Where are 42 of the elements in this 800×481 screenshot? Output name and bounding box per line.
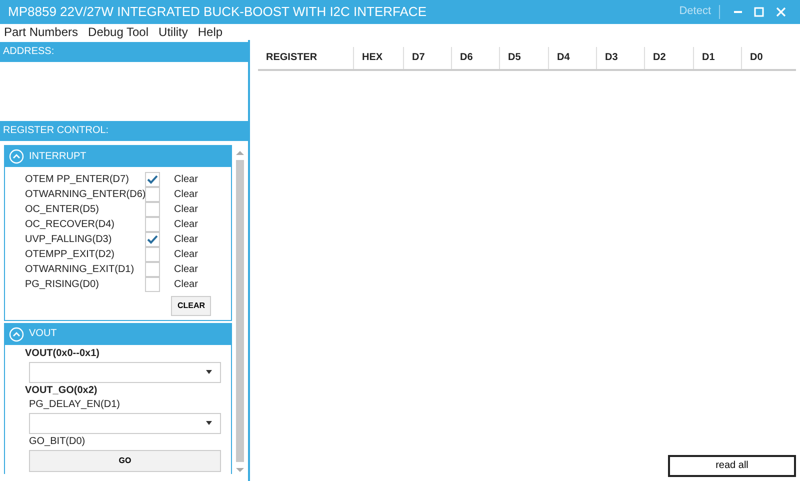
menu-item[interactable]: Help xyxy=(198,24,223,40)
clear-link[interactable]: Clear xyxy=(174,248,198,260)
clear-link[interactable]: Clear xyxy=(174,234,198,246)
section-header: ADDRESS: xyxy=(0,42,248,62)
interrupt-label: OC_ENTER(D5) xyxy=(25,204,100,216)
column-header: D5 xyxy=(499,47,548,69)
column-header: D7 xyxy=(403,47,451,69)
interrupt-label: OTEM PP_ENTER(D7) xyxy=(25,174,130,186)
column-header: D0 xyxy=(741,47,791,69)
clear-link[interactable]: Clear xyxy=(174,188,198,200)
column-header: REGISTER xyxy=(265,51,318,65)
clear-link[interactable]: Clear xyxy=(174,264,198,276)
field-label: VOUT(0x0--0x1) xyxy=(25,348,100,360)
clear-link[interactable]: Clear xyxy=(174,204,198,216)
menu-item[interactable]: Part Numbers xyxy=(4,24,78,40)
field-label: PG_DELAY_EN(D1) xyxy=(29,398,121,411)
group-title: VOUT xyxy=(29,328,57,340)
column-header: D2 xyxy=(644,47,693,69)
interrupt-label: OC_RECOVER(D4) xyxy=(25,218,116,230)
menu-item[interactable]: Debug Tool xyxy=(88,24,149,40)
interrupt-label: PG_RISING(D0) xyxy=(25,278,100,290)
field-label: GO_BIT(D0) xyxy=(29,436,86,448)
field-label: VOUT_GO(0x2) xyxy=(25,384,98,397)
clear-link[interactable]: Clear xyxy=(174,174,198,186)
clear-link[interactable]: Clear xyxy=(174,278,198,290)
column-header: D4 xyxy=(548,47,596,69)
group-title: INTERRUPT xyxy=(29,150,86,162)
read-all-button[interactable]: read all xyxy=(668,455,796,477)
window-title: MP8859 22V/27W INTEGRATED BUCK-BOOST WITH I2C INTERFACE xyxy=(8,4,426,20)
interrupt-label: OTWARNING_EXIT(D1) xyxy=(25,264,136,276)
column-header: D3 xyxy=(596,47,644,69)
interrupt-label: UVP_FALLING(D3) xyxy=(25,234,113,246)
column-header: HEX xyxy=(353,47,403,69)
column-header: D6 xyxy=(451,47,499,69)
interrupt-label: OTEMPP_EXIT(D2) xyxy=(25,248,116,260)
go-button[interactable]: GO xyxy=(29,450,221,472)
clear-link[interactable]: Clear xyxy=(174,218,198,230)
menu-item[interactable]: Utility xyxy=(158,24,188,40)
clear-button[interactable]: CLEAR xyxy=(171,296,211,316)
interrupt-label: OTWARNING_ENTER(D6) xyxy=(25,188,145,200)
column-header: D1 xyxy=(693,47,741,69)
section-header: REGISTER CONTROL: xyxy=(0,121,248,141)
